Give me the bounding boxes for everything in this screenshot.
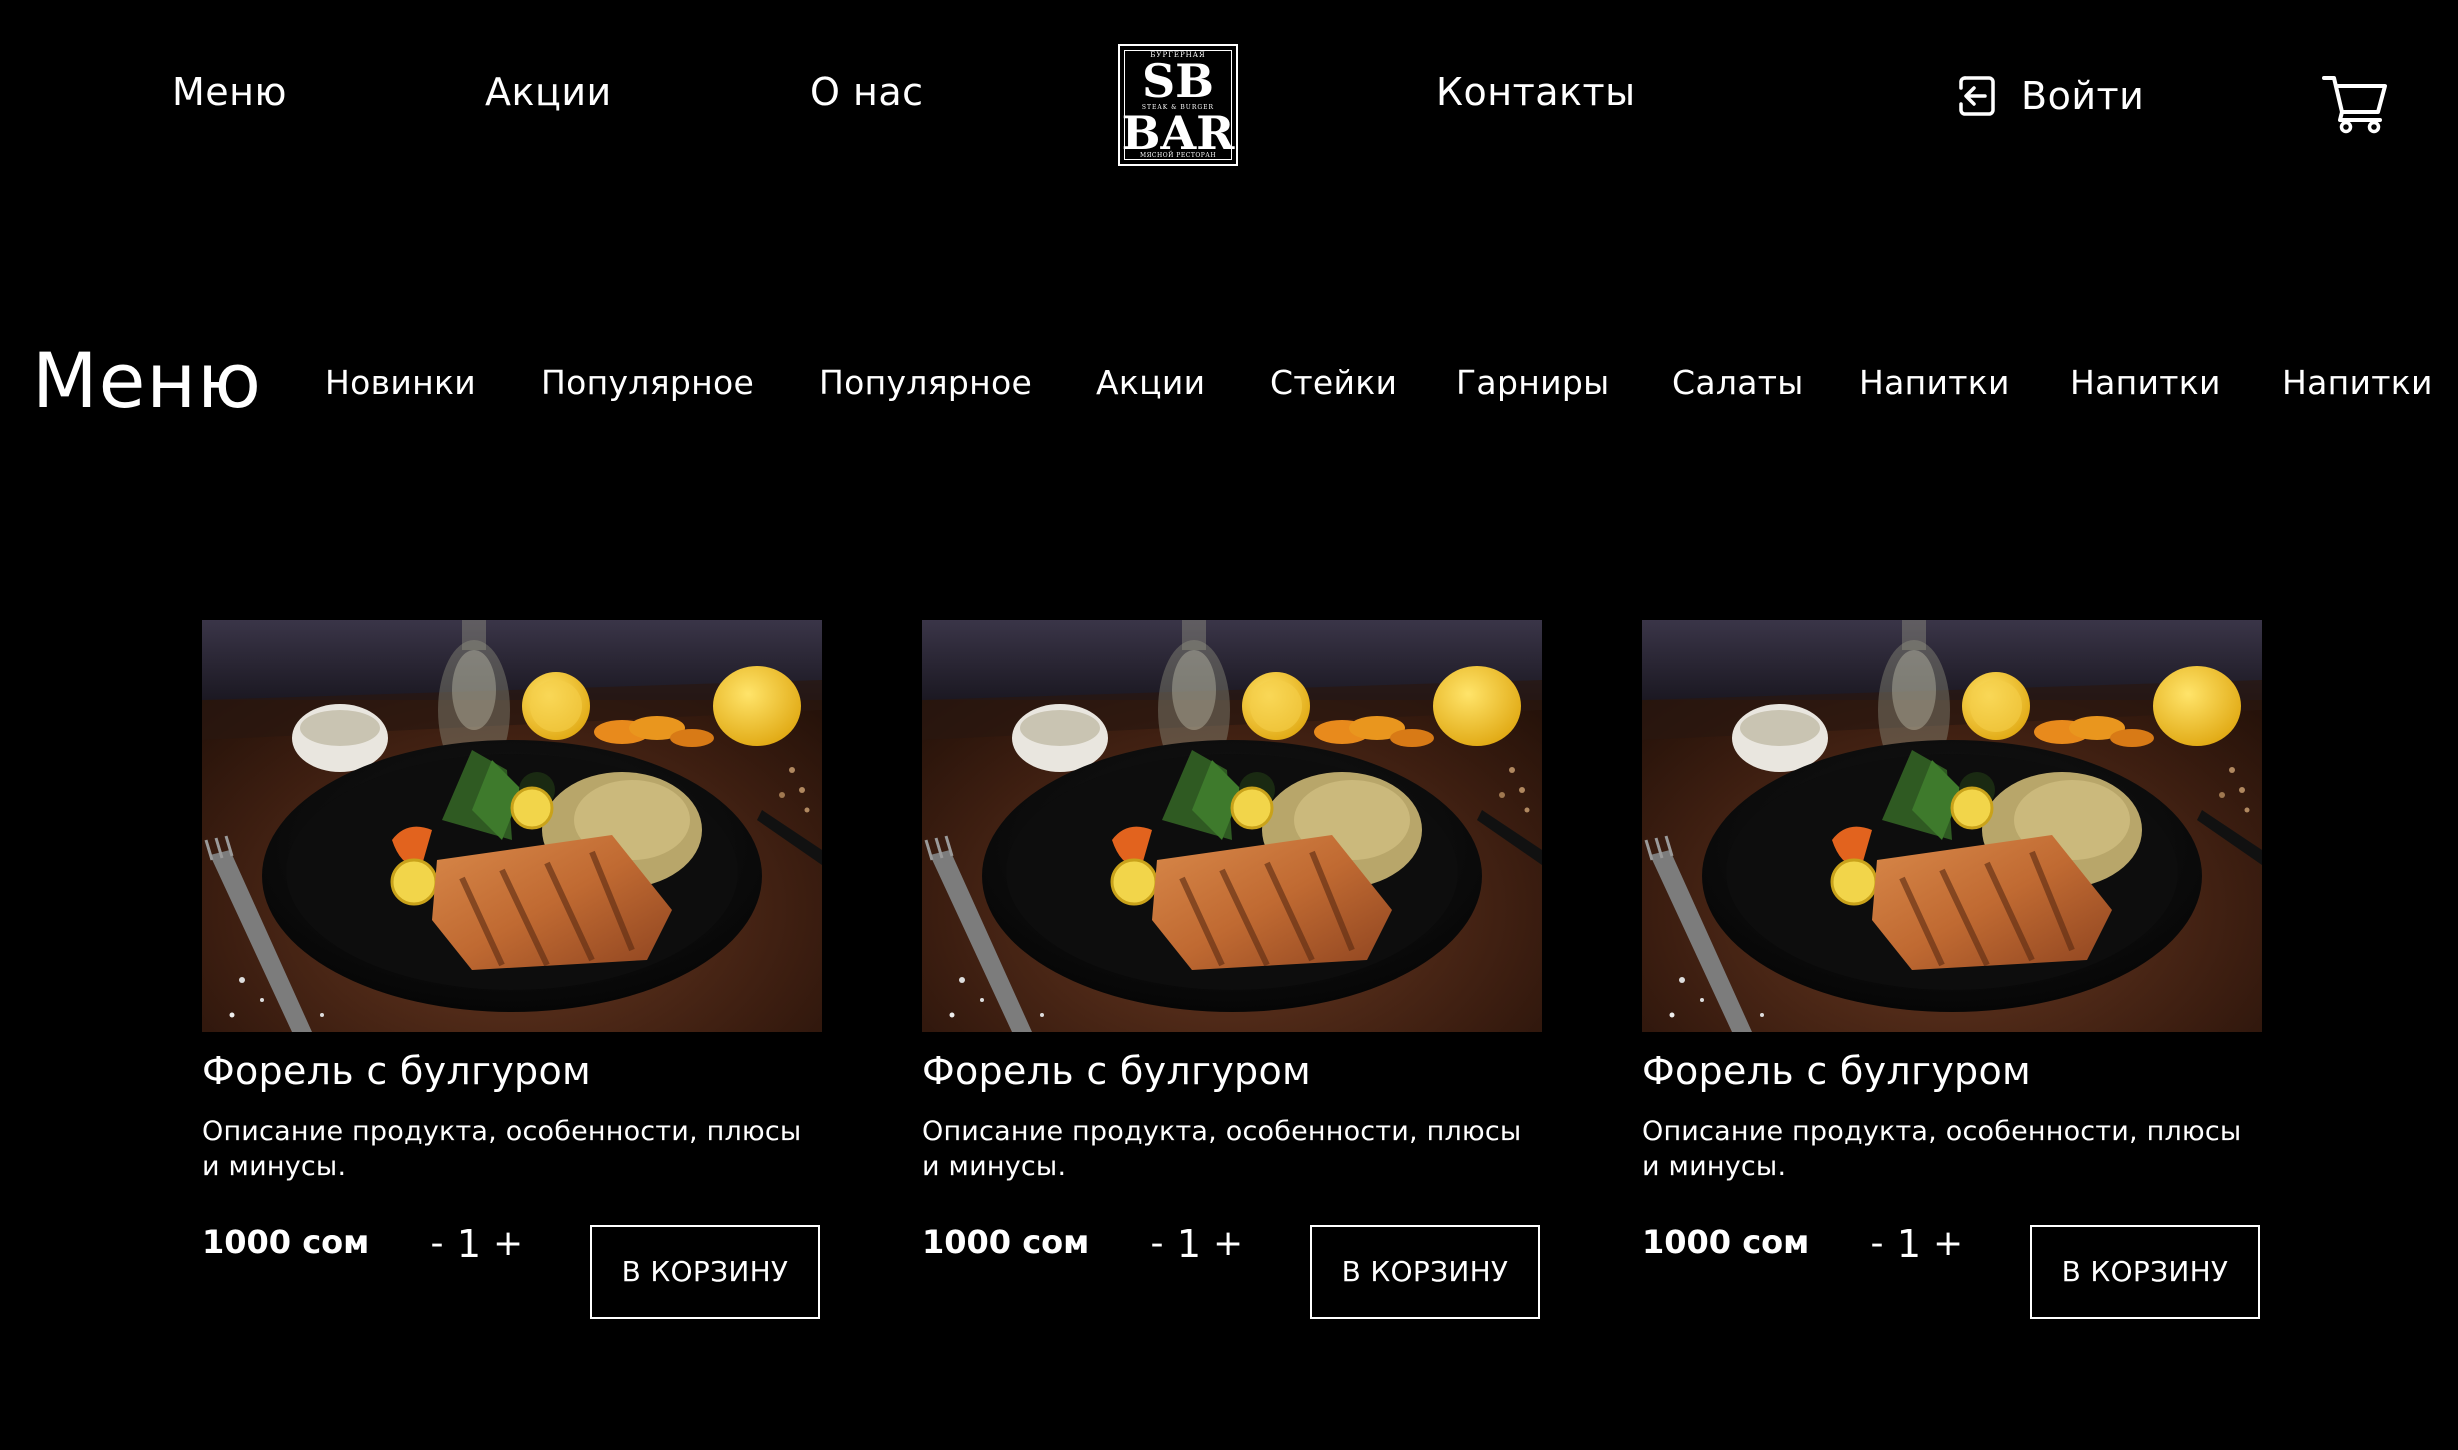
nav-about-link[interactable]: О нас bbox=[810, 62, 924, 122]
add-to-cart-button[interactable]: В КОРЗИНУ bbox=[1310, 1225, 1540, 1319]
quantity-decrease-button[interactable]: - bbox=[422, 1219, 452, 1269]
product-description: Описание продукта, особенности, плюсы и … bbox=[922, 1116, 1522, 1182]
quantity-increase-button[interactable]: + bbox=[493, 1219, 523, 1269]
quantity-increase-button[interactable]: + bbox=[1933, 1219, 1963, 1269]
category-tab-sides[interactable]: Гарниры bbox=[1456, 358, 1609, 408]
quantity-increase-button[interactable]: + bbox=[1213, 1219, 1243, 1269]
shopping-cart-icon[interactable] bbox=[2322, 74, 2388, 134]
product-price: 1000 сом bbox=[202, 1223, 370, 1261]
quantity-value: 1 bbox=[1896, 1222, 1922, 1266]
nav-menu-link[interactable]: Меню bbox=[172, 62, 287, 122]
category-tab-promotions[interactable]: Акции bbox=[1096, 358, 1205, 408]
product-price: 1000 сом bbox=[922, 1223, 1090, 1261]
category-tab-steaks[interactable]: Стейки bbox=[1270, 358, 1397, 408]
product-description: Описание продукта, особенности, плюсы и … bbox=[202, 1116, 802, 1182]
add-to-cart-button[interactable]: В КОРЗИНУ bbox=[2030, 1225, 2260, 1319]
category-tab-new[interactable]: Новинки bbox=[325, 358, 476, 408]
nav-promotions-link[interactable]: Акции bbox=[485, 62, 612, 122]
login-label: Войти bbox=[2021, 74, 2145, 118]
category-tab-drinks[interactable]: Напитки bbox=[2070, 358, 2221, 408]
nav-contacts-link[interactable]: Контакты bbox=[1436, 62, 1636, 122]
product-card: Форель с булгуром Описание продукта, осо… bbox=[922, 620, 1544, 1320]
product-photo[interactable] bbox=[202, 620, 822, 1032]
product-card: Форель с булгуром Описание продукта, осо… bbox=[202, 620, 824, 1320]
product-photo[interactable] bbox=[1642, 620, 2262, 1032]
product-title: Форель с булгуром bbox=[202, 1049, 591, 1093]
category-tab-drinks[interactable]: Напитки bbox=[1859, 358, 2010, 408]
category-tab-drinks[interactable]: Напитки bbox=[2282, 358, 2433, 408]
product-price: 1000 сом bbox=[1642, 1223, 1810, 1261]
menu-heading: Меню bbox=[32, 336, 262, 425]
logo-line2: BAR bbox=[1121, 106, 1235, 160]
quantity-value: 1 bbox=[456, 1222, 482, 1266]
quantity-decrease-button[interactable]: - bbox=[1142, 1219, 1172, 1269]
product-title: Форель с булгуром bbox=[1642, 1049, 2031, 1093]
product-photo[interactable] bbox=[922, 620, 1542, 1032]
product-title: Форель с булгуром bbox=[922, 1049, 1311, 1093]
product-card: Форель с булгуром Описание продукта, осо… bbox=[1642, 620, 2264, 1320]
logo-bottom-text: МЯСНОЙ РЕСТОРАН bbox=[1139, 152, 1217, 159]
product-description: Описание продукта, особенности, плюсы и … bbox=[1642, 1116, 2242, 1182]
logo-line1: SB bbox=[1141, 54, 1215, 108]
quantity-value: 1 bbox=[1176, 1222, 1202, 1266]
login-arrow-icon bbox=[1959, 76, 1995, 116]
quantity-decrease-button[interactable]: - bbox=[1862, 1219, 1892, 1269]
category-tab-popular[interactable]: Популярное bbox=[541, 358, 754, 408]
add-to-cart-button[interactable]: В КОРЗИНУ bbox=[590, 1225, 820, 1319]
category-tab-salads[interactable]: Салаты bbox=[1672, 358, 1804, 408]
login-button[interactable]: Войти bbox=[1955, 66, 2144, 126]
category-tab-popular[interactable]: Популярное bbox=[819, 358, 1032, 408]
logo[interactable]: БУРГЕРНАЯ SB STEAK & BURGER BAR МЯСНОЙ Р… bbox=[1118, 44, 1238, 166]
